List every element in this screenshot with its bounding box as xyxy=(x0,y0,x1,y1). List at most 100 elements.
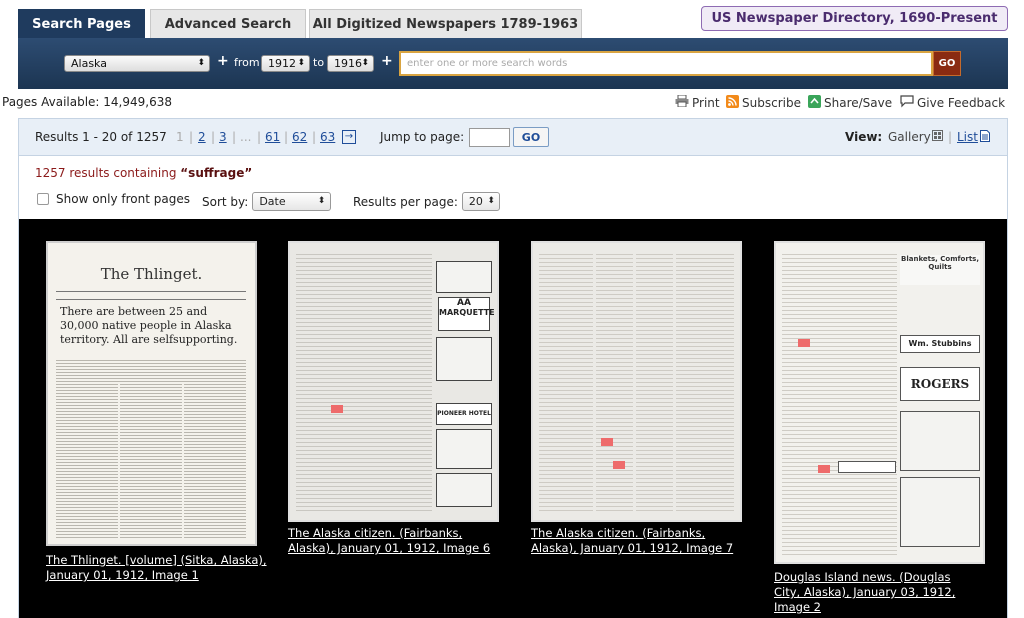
ad-box xyxy=(436,261,492,293)
ad-box xyxy=(900,477,980,547)
front-pages-checkbox[interactable] xyxy=(37,193,49,205)
rss-icon xyxy=(726,95,739,111)
select-arrows-icon: ⬍ xyxy=(317,196,326,206)
add-icon[interactable]: + xyxy=(381,53,393,69)
page-ellipsis: ... xyxy=(240,130,252,144)
ad-box xyxy=(838,461,896,473)
tab-search-pages[interactable]: Search Pages xyxy=(18,9,145,38)
search-hit-highlight xyxy=(613,461,625,469)
sort-select-value: Date xyxy=(259,195,286,208)
masthead-rule-line xyxy=(56,291,246,292)
gallery-grid-icon xyxy=(932,130,943,144)
article-text-columns xyxy=(782,251,897,556)
print-label: Print xyxy=(692,95,720,110)
select-arrows-icon: ⬍ xyxy=(297,58,305,68)
result-count: 1257 results containing “suffrage” xyxy=(35,166,252,180)
page-link-61[interactable]: 61 xyxy=(265,130,280,144)
search-hit-highlight xyxy=(331,405,343,413)
print-link[interactable]: Print xyxy=(675,94,720,110)
add-icon[interactable]: + xyxy=(217,53,229,69)
to-year-select[interactable]: 1916 ⬍ xyxy=(327,55,374,72)
ad-box: AA MARQUETTE xyxy=(438,297,495,331)
to-year-value: 1916 xyxy=(334,57,362,70)
from-year-select[interactable]: 1912 ⬍ xyxy=(261,55,310,72)
sort-select[interactable]: Date ⬍ xyxy=(252,192,332,211)
results-range: Results 1 - 20 of 1257 xyxy=(35,130,167,144)
page-link-62[interactable]: 62 xyxy=(292,130,307,144)
jump-to-page-input[interactable] xyxy=(469,128,510,147)
ad-box xyxy=(436,473,492,507)
subscribe-link[interactable]: Subscribe xyxy=(726,95,801,111)
speech-bubble-icon xyxy=(900,95,914,111)
result-caption-link[interactable]: Douglas Island news. (Douglas City, Alas… xyxy=(774,570,974,615)
pages-available: Pages Available: 14,949,638 xyxy=(2,95,172,109)
next-page-arrow-icon[interactable]: → xyxy=(342,130,356,144)
column-divider xyxy=(633,251,636,513)
page-link-63[interactable]: 63 xyxy=(320,130,335,144)
page-separator: | xyxy=(211,130,216,144)
printer-icon xyxy=(675,94,689,110)
front-pages-filter[interactable]: Show only front pages xyxy=(37,192,190,206)
article-text-columns xyxy=(296,251,432,513)
ad-box: Wm. Stubbins xyxy=(900,335,980,353)
thumbnail-masthead: The Thlinget. xyxy=(100,265,203,283)
from-year-value: 1912 xyxy=(268,57,296,70)
ad-box: PIONEER HOTEL xyxy=(436,403,492,425)
page-separator: | xyxy=(232,130,237,144)
page-thumbnail[interactable]: The Thlinget. There are between 25 and 3… xyxy=(46,241,257,546)
newspaper-directory-link[interactable]: US Newspaper Directory, 1690-Present xyxy=(701,6,1008,31)
result-caption-link[interactable]: The Alaska citizen. (Fairbanks, Alaska),… xyxy=(288,526,503,556)
from-label: from xyxy=(234,56,260,69)
column-divider xyxy=(118,383,120,538)
search-input[interactable]: enter one or more search words xyxy=(399,51,933,76)
jump-go-button[interactable]: GO xyxy=(513,127,549,147)
to-label: to xyxy=(313,56,325,69)
search-hit-highlight xyxy=(601,438,613,446)
page-separator: | xyxy=(312,130,317,144)
list-document-icon[interactable] xyxy=(980,130,990,145)
search-bar: Alaska ⬍ + from 1912 ⬍ to 1916 ⬍ + enter… xyxy=(18,38,1008,89)
result-caption-link[interactable]: The Thlinget. [volume] (Sitka, Alaska), … xyxy=(46,553,271,583)
page-separator: | xyxy=(284,130,289,144)
results-gallery: The Thlinget. There are between 25 and 3… xyxy=(19,219,1007,618)
result-filters: 1257 results containing “suffrage” Show … xyxy=(19,156,1007,219)
tab-all-digitized-newspapers[interactable]: All Digitized Newspapers 1789-1963 xyxy=(309,9,582,38)
state-select[interactable]: Alaska ⬍ xyxy=(64,55,210,72)
jump-to-page-label: Jump to page: xyxy=(380,130,465,144)
select-arrows-icon: ⬍ xyxy=(487,196,495,206)
search-term: “suffrage” xyxy=(180,166,253,180)
search-go-button[interactable]: GO xyxy=(933,51,961,76)
ad-text: AA xyxy=(457,298,471,308)
select-arrows-icon: ⬍ xyxy=(361,58,369,68)
masthead-rule-line xyxy=(56,299,246,300)
page-separator: | xyxy=(257,130,262,144)
ad-box xyxy=(436,337,492,381)
sort-control: Sort by: Date ⬍ xyxy=(202,192,332,211)
page-link-2[interactable]: 2 xyxy=(198,130,206,144)
page-current: 1 xyxy=(176,130,184,144)
pagination-bar: Results 1 - 20 of 1257 1 | 2 | 3 | ... |… xyxy=(19,119,1007,156)
per-page-label: Results per page: xyxy=(353,194,458,209)
result-caption-link[interactable]: The Alaska citizen. (Fairbanks, Alaska),… xyxy=(531,526,746,556)
page-thumbnail[interactable]: Blankets, Comforts, Quilts Wm. Stubbins … xyxy=(774,241,985,564)
per-page-select[interactable]: 20 ⬍ xyxy=(461,192,500,211)
page-link-3[interactable]: 3 xyxy=(219,130,227,144)
ad-text: MARQUETTE xyxy=(439,308,495,317)
per-page-select-value: 20 xyxy=(468,195,483,208)
subscribe-label: Subscribe xyxy=(742,96,801,110)
share-save-link[interactable]: Share/Save xyxy=(808,95,892,111)
tab-advanced-search[interactable]: Advanced Search xyxy=(150,9,306,38)
article-text-columns xyxy=(539,251,734,513)
page-thumbnail[interactable]: AA MARQUETTE PIONEER HOTEL xyxy=(288,241,499,522)
view-label: View: xyxy=(845,130,883,144)
result-count-text: 1257 results containing xyxy=(35,166,181,180)
sort-label: Sort by: xyxy=(202,194,249,209)
column-divider xyxy=(182,383,184,538)
view-list-link[interactable]: List xyxy=(957,130,978,144)
give-feedback-link[interactable]: Give Feedback xyxy=(900,95,1005,111)
ad-box xyxy=(436,429,492,469)
front-pages-label: Show only front pages xyxy=(56,192,190,206)
view-separator: | xyxy=(948,130,953,144)
page-thumbnail[interactable] xyxy=(531,241,742,522)
thumbnail-headline: There are between 25 and 30,000 native p… xyxy=(60,305,238,346)
